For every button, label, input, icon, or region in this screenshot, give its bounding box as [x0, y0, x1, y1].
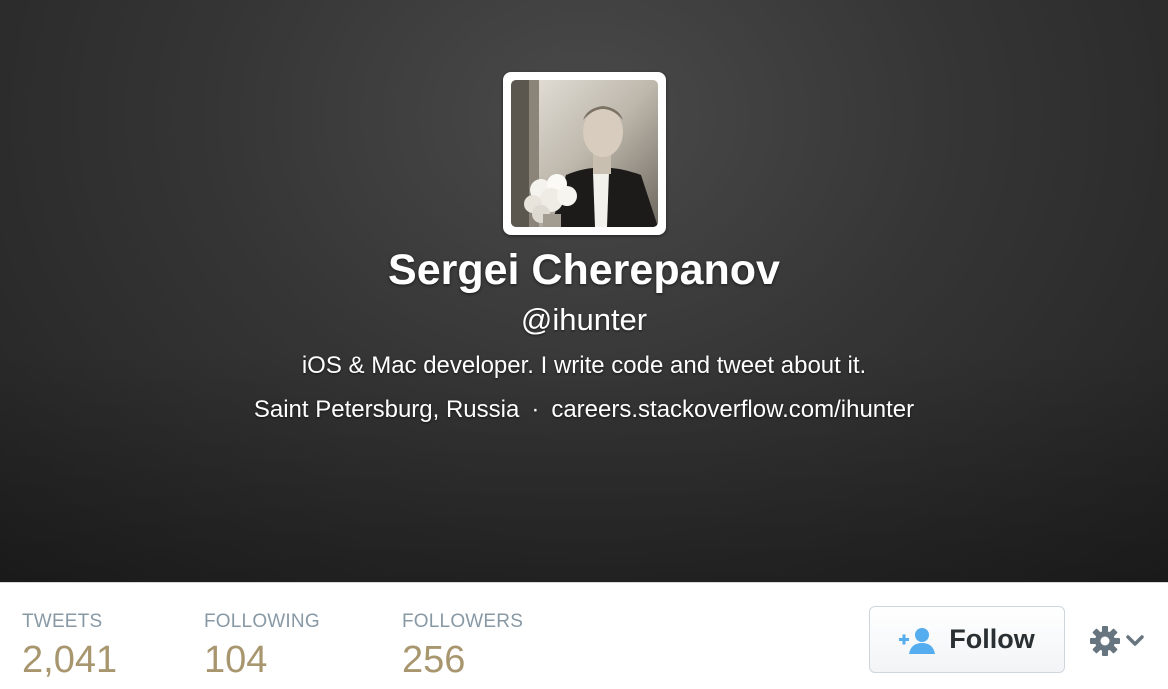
stat-value: 256: [402, 639, 466, 681]
avatar-photo: [511, 80, 658, 227]
stat-followers[interactable]: FOLLOWERS 256: [402, 611, 523, 682]
avatar[interactable]: [503, 72, 666, 235]
profile-handle: @ihunter: [520, 302, 648, 337]
profile-meta: Saint Petersburg, Russia · careers.stackov…: [0, 396, 1168, 424]
profile-url-link[interactable]: careers.stackoverflow.com/ihunter: [551, 396, 914, 423]
stat-label: TWEETS: [22, 611, 103, 632]
stat-value: 2,041: [22, 639, 118, 681]
stat-label: FOLLOWERS: [402, 611, 524, 632]
gear-icon: [1090, 626, 1120, 656]
follow-button[interactable]: Follow: [869, 606, 1065, 673]
stat-tweets[interactable]: TWEETS 2,041: [22, 611, 117, 682]
chevron-down-icon: [1126, 635, 1144, 646]
stats-bar: TWEETS 2,041 FOLLOWING 104 FOLLOWERS 256…: [0, 582, 1168, 689]
profile-header: Sergei Cherepanov @ihunter iOS & Mac dev…: [0, 0, 1168, 582]
stat-value: 104: [204, 639, 268, 681]
add-user-icon: [899, 627, 936, 654]
stat-label: FOLLOWING: [204, 611, 320, 632]
follow-button-label: Follow: [949, 624, 1035, 654]
settings-menu-button[interactable]: [1088, 621, 1150, 661]
profile-location: Saint Petersburg, Russia: [253, 396, 520, 423]
profile-bio: iOS & Mac developer. I write code and tw…: [301, 352, 867, 379]
meta-separator: ·: [531, 396, 540, 423]
stat-following[interactable]: FOLLOWING 104: [204, 611, 320, 682]
profile-name: Sergei Cherepanov: [388, 246, 780, 294]
